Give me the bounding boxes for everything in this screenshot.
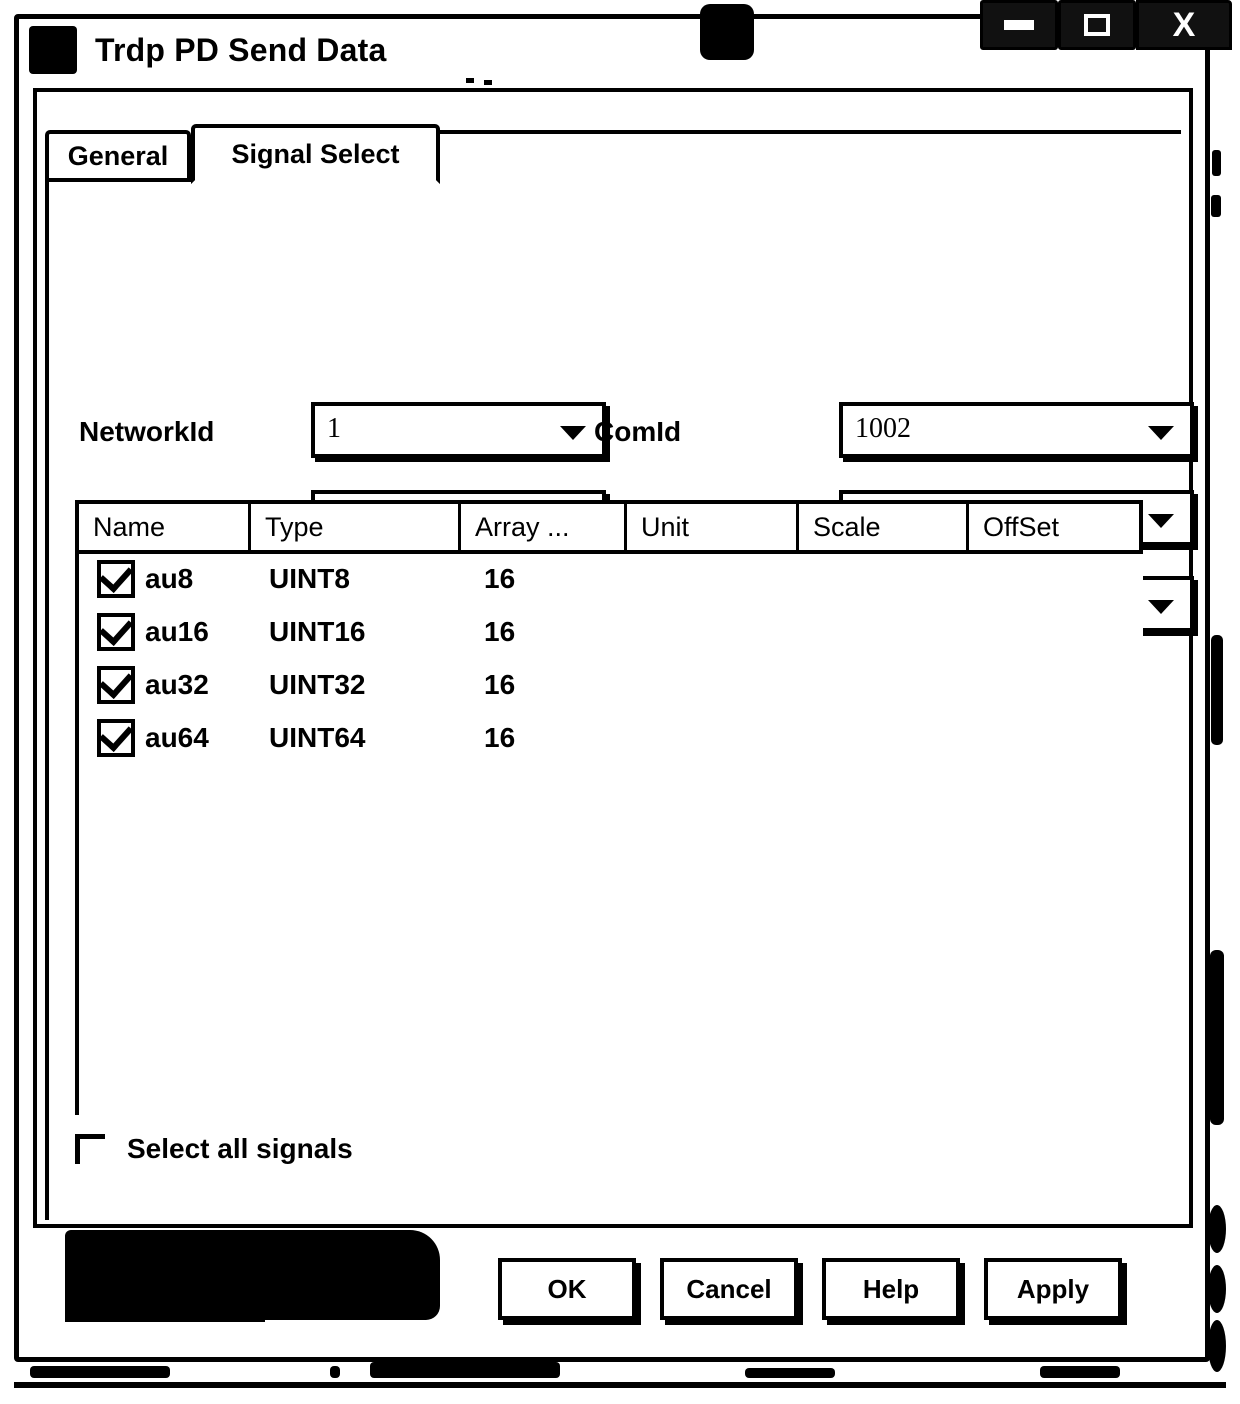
close-icon: X — [1172, 6, 1196, 44]
apply-button-label: Apply — [1016, 1273, 1090, 1304]
check-icon — [98, 558, 134, 593]
row-checkbox[interactable] — [97, 664, 135, 704]
cell-name: au64 — [145, 722, 209, 753]
tab-signal-select-label: Signal Select — [231, 138, 400, 169]
app-icon — [29, 26, 77, 74]
scan-smudge — [330, 1366, 340, 1378]
scan-artifact — [1208, 1320, 1226, 1372]
check-icon — [98, 611, 134, 646]
select-all-checkbox[interactable] — [75, 1134, 105, 1164]
redaction-blob-secondary — [65, 1278, 265, 1322]
column-header-name[interactable]: Name — [79, 504, 251, 550]
scan-smudge — [370, 1362, 560, 1378]
chevron-down-icon[interactable] — [1148, 600, 1174, 614]
table-row[interactable]: au32 UINT32 16 — [79, 660, 1143, 713]
scanned-page: Trdp PD Send Data X General Signal Selec… — [0, 0, 1240, 1404]
close-button[interactable]: X — [1136, 0, 1232, 50]
comid-label: ComId — [594, 416, 682, 447]
cell-array: 16 — [484, 722, 516, 753]
comid-value: 1002 — [855, 413, 911, 444]
cell-name: au8 — [145, 563, 194, 594]
signal-list-body: au8 UINT8 16 au16 UINT16 16 au32 UINT32 — [75, 554, 1143, 1115]
networkid-value: 1 — [327, 413, 341, 444]
tab-general[interactable]: General — [45, 130, 191, 182]
row-checkbox[interactable] — [97, 611, 135, 651]
row-checkbox[interactable] — [97, 558, 135, 598]
networkid-combobox[interactable]: 1 — [311, 402, 606, 458]
help-button[interactable]: Help — [822, 1258, 960, 1320]
chevron-down-icon[interactable] — [560, 426, 586, 440]
chevron-down-icon[interactable] — [1148, 514, 1174, 528]
scan-artifact — [1212, 150, 1221, 176]
cell-type: UINT32 — [269, 669, 366, 700]
dialog-button-bar: OK Cancel Help Apply — [33, 1228, 1193, 1348]
maximize-icon — [1084, 14, 1110, 36]
help-button-label: Help — [862, 1273, 920, 1304]
scan-artifact — [1210, 950, 1224, 1125]
select-all-signals-row[interactable]: Select all signals — [75, 1133, 353, 1165]
minimize-button[interactable] — [980, 0, 1058, 50]
networkid-label: NetworkId — [79, 416, 215, 447]
signal-list: Name Type Array ... Unit Scale OffSet au… — [75, 500, 1143, 1115]
minimize-icon — [1004, 20, 1034, 30]
scan-artifact — [484, 80, 492, 85]
table-row[interactable]: au64 UINT64 16 — [79, 713, 1143, 766]
cell-type: UINT8 — [269, 563, 350, 594]
scan-edge-line — [14, 1382, 1226, 1388]
cell-array: 16 — [484, 616, 516, 647]
scan-artifact — [1208, 1265, 1226, 1313]
cancel-button-label: Cancel — [686, 1273, 772, 1304]
chevron-down-icon[interactable] — [1148, 426, 1174, 440]
tab-strip: General Signal Select — [45, 124, 1181, 184]
column-header-array[interactable]: Array ... — [461, 504, 627, 550]
column-header-unit[interactable]: Unit — [627, 504, 799, 550]
scan-smudge — [1040, 1366, 1120, 1378]
tab-strip-filler — [440, 130, 1181, 182]
tab-general-label: General — [67, 140, 169, 171]
window-controls: X — [980, 0, 1232, 50]
cell-name: au16 — [145, 616, 209, 647]
cell-name: au32 — [145, 669, 209, 700]
window-title: Trdp PD Send Data — [95, 31, 387, 68]
scan-artifact — [1208, 1205, 1226, 1253]
tab-signal-select[interactable]: Signal Select — [191, 124, 440, 184]
scan-artifact — [1211, 195, 1221, 217]
comid-combobox[interactable]: 1002 — [839, 402, 1194, 458]
scan-smudge — [30, 1366, 170, 1378]
scan-artifact — [466, 78, 474, 83]
column-header-scale[interactable]: Scale — [799, 504, 969, 550]
ok-button[interactable]: OK — [498, 1258, 636, 1320]
cell-array: 16 — [484, 563, 516, 594]
row-checkbox[interactable] — [97, 717, 135, 757]
cell-array: 16 — [484, 669, 516, 700]
apply-button[interactable]: Apply — [984, 1258, 1122, 1320]
signal-list-header: Name Type Array ... Unit Scale OffSet — [75, 500, 1143, 554]
cell-type: UINT16 — [269, 616, 366, 647]
table-row[interactable]: au16 UINT16 16 — [79, 607, 1143, 660]
scan-artifact — [1211, 635, 1223, 745]
column-header-type[interactable]: Type — [251, 504, 461, 550]
select-all-label: Select all signals — [127, 1133, 353, 1164]
ok-button-label: OK — [547, 1273, 587, 1304]
check-icon — [98, 664, 134, 699]
cell-type: UINT64 — [269, 722, 366, 753]
cancel-button[interactable]: Cancel — [660, 1258, 798, 1320]
check-icon — [98, 717, 134, 752]
maximize-button[interactable] — [1058, 0, 1136, 50]
table-row[interactable]: au8 UINT8 16 — [79, 554, 1143, 607]
titlebar-redaction-blob — [700, 4, 754, 60]
scan-smudge — [745, 1368, 835, 1378]
column-header-offset[interactable]: OffSet — [969, 504, 1139, 550]
